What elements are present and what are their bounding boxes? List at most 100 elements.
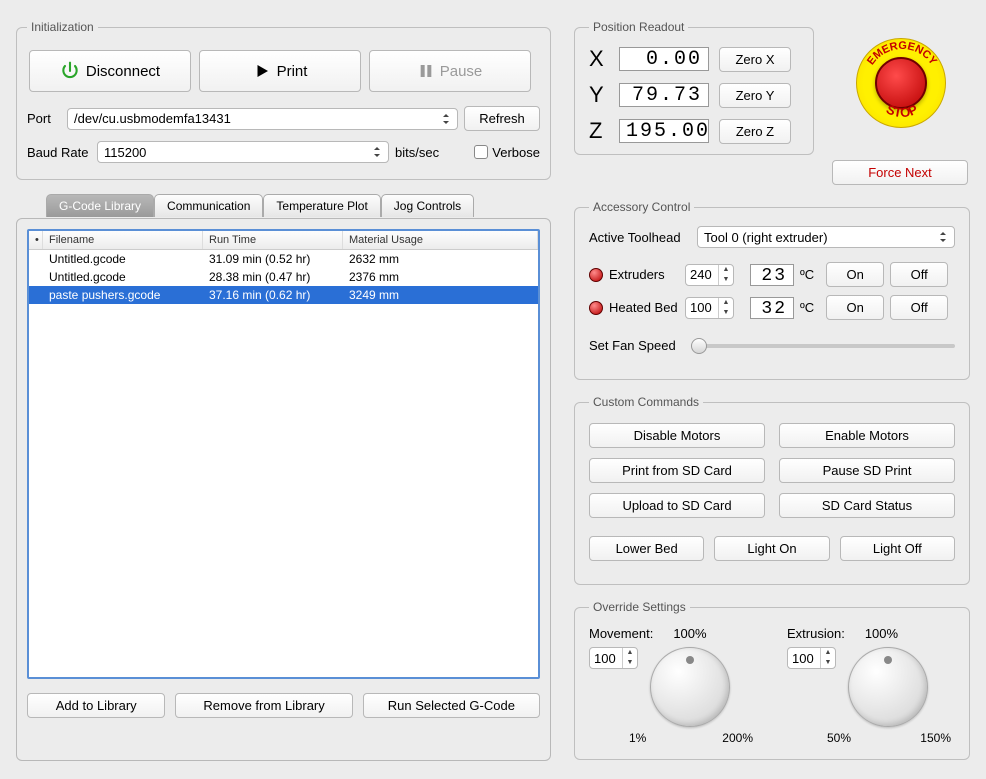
- stepper-down-icon: ▼: [719, 308, 733, 318]
- initialization-legend: Initialization: [27, 20, 98, 34]
- bed-on-button[interactable]: On: [826, 295, 884, 320]
- port-label: Port: [27, 111, 61, 126]
- disconnect-label: Disconnect: [86, 63, 160, 80]
- list-header-material[interactable]: Material Usage: [343, 231, 538, 249]
- custom-commands-legend: Custom Commands: [589, 395, 703, 409]
- tab-jog-controls[interactable]: Jog Controls: [381, 194, 474, 217]
- table-row[interactable]: paste pushers.gcode 37.16 min (0.62 hr) …: [29, 286, 538, 304]
- refresh-button[interactable]: Refresh: [464, 106, 540, 131]
- movement-knob[interactable]: [650, 647, 730, 727]
- lower-bed-button[interactable]: Lower Bed: [589, 536, 704, 561]
- extrusion-knob[interactable]: [848, 647, 928, 727]
- table-row[interactable]: Untitled.gcode 28.38 min (0.47 hr) 2376 …: [29, 268, 538, 286]
- axis-y-value: 79.73: [619, 83, 709, 107]
- position-legend: Position Readout: [589, 20, 688, 34]
- custom-commands-panel: Custom Commands Disable Motors Enable Mo…: [574, 395, 970, 585]
- play-icon: [253, 62, 271, 80]
- movement-percent: 100%: [673, 626, 706, 641]
- axis-z-value: 195.00: [619, 119, 709, 143]
- fan-speed-slider[interactable]: [691, 344, 955, 348]
- port-select[interactable]: /dev/cu.usbmodemfa13431: [67, 108, 458, 130]
- print-label: Print: [277, 63, 308, 80]
- override-legend: Override Settings: [589, 600, 690, 614]
- zero-x-button[interactable]: Zero X: [719, 47, 791, 72]
- stepper-up-icon: ▲: [719, 298, 733, 308]
- extrusion-percent: 100%: [865, 626, 898, 641]
- movement-value-stepper[interactable]: ▲▼: [589, 647, 638, 669]
- stepper-down-icon: ▼: [623, 658, 637, 668]
- upload-to-sd-button[interactable]: Upload to SD Card: [589, 493, 765, 518]
- zero-z-button[interactable]: Zero Z: [719, 119, 791, 144]
- verbose-checkbox[interactable]: Verbose: [474, 145, 540, 160]
- gcode-library-pane: • Filename Run Time Material Usage Untit…: [16, 218, 551, 761]
- deg-c-label: ºC: [800, 300, 814, 315]
- extruder-led-icon: [589, 268, 603, 282]
- pause-button[interactable]: Pause: [369, 50, 531, 92]
- remove-from-library-button[interactable]: Remove from Library: [175, 693, 352, 718]
- left-tab-panel: G-Code Library Communication Temperature…: [16, 196, 551, 761]
- force-next-button[interactable]: Force Next: [832, 160, 968, 185]
- bed-off-button[interactable]: Off: [890, 295, 948, 320]
- list-header-runtime[interactable]: Run Time: [203, 231, 343, 249]
- movement-label: Movement:: [589, 626, 653, 641]
- accessory-legend: Accessory Control: [589, 200, 694, 214]
- list-header-filename[interactable]: Filename: [43, 231, 203, 249]
- baud-select[interactable]: 115200: [97, 141, 389, 163]
- svg-text:EMERGENCY: EMERGENCY: [865, 40, 939, 68]
- active-toolhead-label: Active Toolhead: [589, 230, 689, 245]
- bed-setpoint-stepper[interactable]: ▲▼: [685, 297, 734, 319]
- deg-c-label: ºC: [800, 267, 814, 282]
- stepper-down-icon: ▼: [821, 658, 835, 668]
- slider-thumb-icon: [691, 338, 707, 354]
- disable-motors-button[interactable]: Disable Motors: [589, 423, 765, 448]
- active-toolhead-select[interactable]: Tool 0 (right extruder): [697, 226, 955, 248]
- extruder-on-button[interactable]: On: [826, 262, 884, 287]
- light-off-button[interactable]: Light Off: [840, 536, 955, 561]
- axis-z-label: Z: [589, 118, 609, 144]
- position-readout-panel: Position Readout X 0.00 Zero X Y 79.73 Z…: [574, 20, 814, 155]
- light-on-button[interactable]: Light On: [714, 536, 829, 561]
- axis-x-label: X: [589, 46, 609, 72]
- extrusion-value-stepper[interactable]: ▲▼: [787, 647, 836, 669]
- tab-gcode-library[interactable]: G-Code Library: [46, 194, 154, 217]
- heated-bed-label: Heated Bed: [609, 300, 679, 315]
- add-to-library-button[interactable]: Add to Library: [27, 693, 165, 718]
- extruder-off-button[interactable]: Off: [890, 262, 948, 287]
- sd-card-status-button[interactable]: SD Card Status: [779, 493, 955, 518]
- enable-motors-button[interactable]: Enable Motors: [779, 423, 955, 448]
- baud-label: Baud Rate: [27, 145, 91, 160]
- pause-label: Pause: [440, 63, 483, 80]
- emergency-stop-button[interactable]: EMERGENCY STOP: [856, 38, 946, 128]
- stepper-down-icon: ▼: [719, 275, 733, 285]
- disconnect-button[interactable]: Disconnect: [29, 50, 191, 92]
- override-settings-panel: Override Settings Movement: 100% ▲▼ 1% 2…: [574, 600, 970, 760]
- svg-text:STOP: STOP: [884, 101, 920, 120]
- bed-current-temp: 32: [750, 297, 794, 319]
- fan-speed-label: Set Fan Speed: [589, 338, 681, 353]
- pause-sd-print-button[interactable]: Pause SD Print: [779, 458, 955, 483]
- extrusion-min: 50%: [827, 731, 851, 745]
- baud-unit: bits/sec: [395, 145, 439, 160]
- pause-icon: [418, 62, 434, 80]
- zero-y-button[interactable]: Zero Y: [719, 83, 791, 108]
- accessory-control-panel: Accessory Control Active Toolhead Tool 0…: [574, 200, 970, 380]
- tab-communication[interactable]: Communication: [154, 194, 263, 217]
- print-button[interactable]: Print: [199, 50, 361, 92]
- list-header-marker[interactable]: •: [29, 231, 43, 249]
- initialization-panel: Initialization Disconnect Print: [16, 20, 551, 180]
- print-from-sd-button[interactable]: Print from SD Card: [589, 458, 765, 483]
- stepper-up-icon: ▲: [719, 265, 733, 275]
- bed-led-icon: [589, 301, 603, 315]
- extrusion-label: Extrusion:: [787, 626, 845, 641]
- run-selected-button[interactable]: Run Selected G-Code: [363, 693, 540, 718]
- power-icon: [60, 61, 80, 81]
- tab-temperature-plot[interactable]: Temperature Plot: [263, 194, 380, 217]
- movement-max: 200%: [722, 731, 753, 745]
- axis-x-value: 0.00: [619, 47, 709, 71]
- table-row[interactable]: Untitled.gcode 31.09 min (0.52 hr) 2632 …: [29, 250, 538, 268]
- verbose-label: Verbose: [492, 145, 540, 160]
- checkbox-icon: [474, 145, 488, 159]
- extruder-setpoint-stepper[interactable]: ▲▼: [685, 264, 734, 286]
- gcode-listbox[interactable]: • Filename Run Time Material Usage Untit…: [27, 229, 540, 679]
- axis-y-label: Y: [589, 82, 609, 108]
